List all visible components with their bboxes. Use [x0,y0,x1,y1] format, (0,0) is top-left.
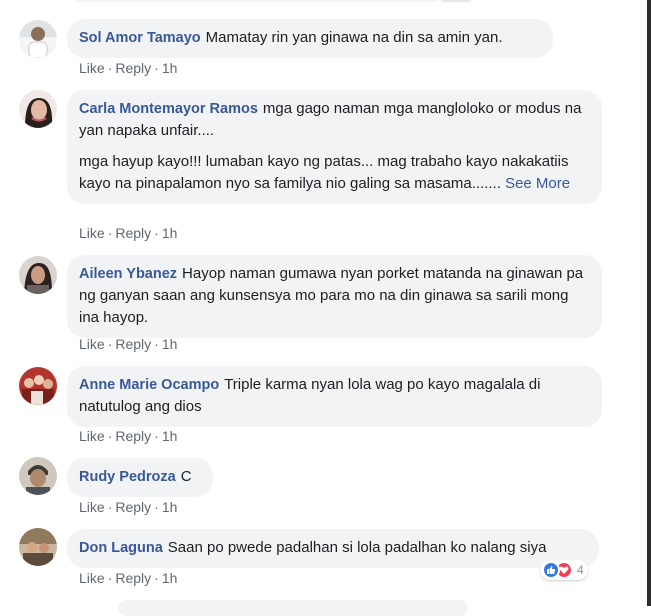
separator: · [154,499,159,515]
comment-author[interactable]: Don Laguna [79,540,163,556]
comment-actions: Like · Reply · 1h [79,570,177,586]
timestamp[interactable]: 1h [162,499,178,515]
avatar[interactable] [19,20,57,58]
next-comment-bubble [118,600,468,616]
comment-text: Saan po pwede padalhan si lola padalhan … [167,539,547,556]
comment-bubble: Rudy Pedroza C [67,458,213,497]
see-more-link[interactable]: See More [505,175,570,192]
comment-actions: Like · Reply · 1h [79,60,177,76]
like-link[interactable]: Like [79,336,105,352]
comment-actions: Like · Reply · 1h [79,336,177,352]
timestamp[interactable]: 1h [162,60,178,76]
comment-actions: Like · Reply · 1h [79,499,177,515]
separator: · [107,60,113,76]
comment-text: Mamatay rin yan ginawa na din sa amin ya… [205,29,503,46]
timestamp[interactable]: 1h [162,428,178,444]
reply-link[interactable]: Reply [115,336,151,352]
separator: · [107,570,113,586]
comment-author[interactable]: Carla Montemayor Ramos [79,101,258,117]
comment-author[interactable]: Sol Amor Tamayo [79,30,201,46]
comment-text: mga hayup kayo!!! lumaban kayo ng patas.… [79,153,569,192]
avatar[interactable] [19,256,57,294]
like-icon [542,561,560,579]
separator: · [107,336,113,352]
comment-author[interactable]: Rudy Pedroza [79,469,176,485]
reaction-count: 4 [577,563,584,577]
comment-actions: Like · Reply · 1h [79,225,177,241]
previous-reaction-pill [438,0,474,2]
separator: · [154,336,159,352]
comment-bubble: Aileen Ybanez Hayop naman gumawa nyan por… [67,255,602,338]
comment-bubble: Carla Montemayor Ramos mga gago naman mga… [67,90,602,204]
avatar[interactable] [19,367,57,405]
reply-link[interactable]: Reply [115,60,151,76]
like-link[interactable]: Like [79,570,105,586]
reply-link[interactable]: Reply [115,499,151,515]
separator: · [154,428,159,444]
like-link[interactable]: Like [79,225,105,241]
separator: · [107,225,113,241]
comment-bubble: Don Laguna Saan po pwede padalhan si lola… [67,529,599,568]
comment-bubble: Sol Amor Tamayo Mamatay rin yan ginawa na… [67,19,553,58]
timestamp[interactable]: 1h [162,336,178,352]
window-edge [647,0,651,606]
separator: · [154,570,159,586]
like-link[interactable]: Like [79,60,105,76]
reply-link[interactable]: Reply [115,428,151,444]
reply-link[interactable]: Reply [115,570,151,586]
separator: · [107,499,113,515]
comment-text: C [180,468,192,485]
like-link[interactable]: Like [79,499,105,515]
separator: · [107,428,113,444]
reaction-summary[interactable]: 4 [540,560,588,580]
comment-actions: Like · Reply · 1h [79,428,177,444]
avatar[interactable] [19,528,57,566]
previous-comment-bubble [67,0,447,2]
separator: · [154,225,159,241]
timestamp[interactable]: 1h [162,570,178,586]
comment-bubble: Anne Marie Ocampo Triple karma nyan lola … [67,366,602,427]
separator: · [154,60,159,76]
avatar[interactable] [19,457,57,495]
comment-author[interactable]: Aileen Ybanez [79,266,177,282]
avatar[interactable] [19,90,57,128]
comment-author[interactable]: Anne Marie Ocampo [79,377,219,393]
reply-link[interactable]: Reply [115,225,151,241]
timestamp[interactable]: 1h [162,225,178,241]
like-link[interactable]: Like [79,428,105,444]
